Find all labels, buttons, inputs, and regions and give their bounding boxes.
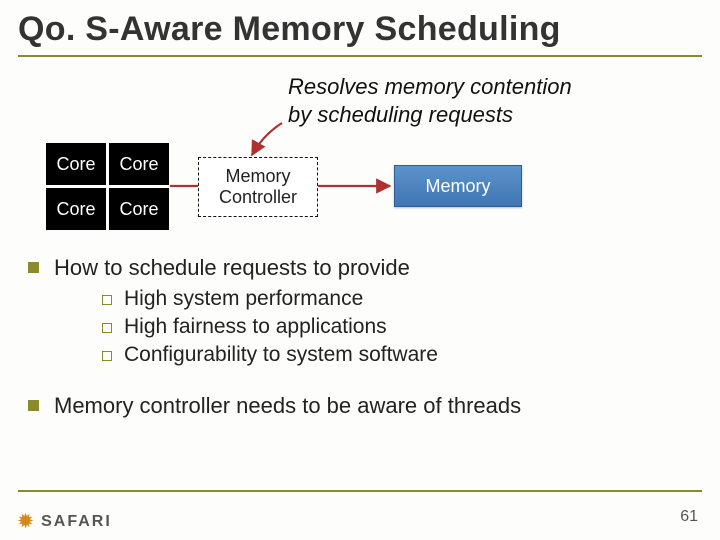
sub-bullet-item: High system performance <box>54 287 702 311</box>
caption-line1: Resolves memory contention <box>288 74 572 99</box>
sub-bullet-item: Configurability to system software <box>54 343 702 367</box>
memctrl-line2: Controller <box>219 187 297 207</box>
core-box: Core <box>46 188 106 230</box>
diagram-caption: Resolves memory contention by scheduling… <box>288 73 572 128</box>
slide-title: Qo. S-Aware Memory Scheduling <box>18 10 702 55</box>
slide: Qo. S-Aware Memory Scheduling Resolves m… <box>0 0 720 540</box>
sub-bullet-item: High fairness to applications <box>54 315 702 339</box>
bullet-list-level2: High system performance High fairness to… <box>54 287 702 367</box>
safari-logo: ✹ SAFARI <box>18 511 112 532</box>
core-box: Core <box>109 188 169 230</box>
core-grid: Core Core Core Core <box>46 143 169 230</box>
diagram: Resolves memory contention by scheduling… <box>18 73 702 243</box>
page-number: 61 <box>680 508 698 526</box>
core-box: Core <box>109 143 169 185</box>
memory-box: Memory <box>394 165 522 207</box>
bullet-item: Memory controller needs to be aware of t… <box>18 393 702 419</box>
memctrl-line1: Memory <box>225 166 290 186</box>
bullet-list-level1: How to schedule requests to provide High… <box>18 255 702 419</box>
bottom-rule <box>18 490 702 492</box>
body-text: How to schedule requests to provide High… <box>18 255 702 419</box>
core-box: Core <box>46 143 106 185</box>
caption-line2: by scheduling requests <box>288 102 513 127</box>
bullet-text: How to schedule requests to provide <box>54 255 410 280</box>
bullet-text: Memory controller needs to be aware of t… <box>54 393 521 418</box>
memory-controller-box: Memory Controller <box>198 157 318 217</box>
title-rule <box>18 55 702 57</box>
sunburst-icon: ✹ <box>18 511 35 532</box>
logo-text: SAFARI <box>41 513 112 531</box>
bullet-item: How to schedule requests to provide High… <box>18 255 702 367</box>
